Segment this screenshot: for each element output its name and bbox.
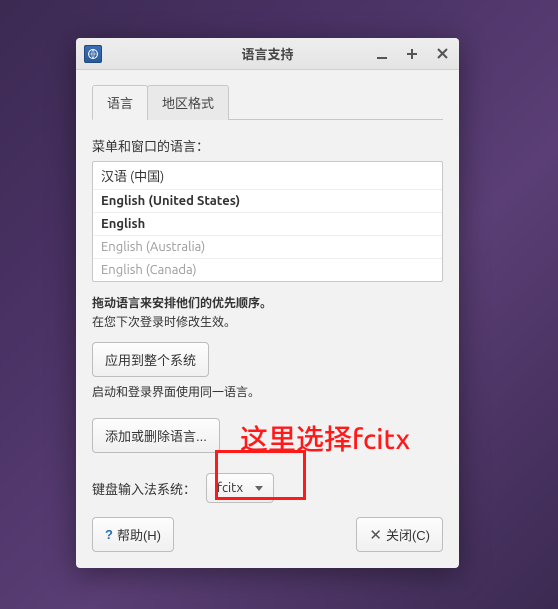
list-item[interactable]: English (Australia) <box>93 236 442 259</box>
close-label: 关闭(C) <box>386 525 430 544</box>
close-icon: ✕ <box>369 526 382 544</box>
list-item[interactable]: 汉语 (中国) <box>93 162 442 190</box>
tab-language[interactable]: 语言 <box>92 85 148 120</box>
ime-value: fcitx <box>217 481 243 495</box>
close-dialog-button[interactable]: ✕ 关闭(C) <box>356 517 443 552</box>
dialog-footer: ? 帮助(H) ✕ 关闭(C) <box>92 503 443 552</box>
window-controls <box>371 43 459 65</box>
relogin-hint: 在您下次登录时修改生效。 <box>92 313 443 330</box>
drag-hint: 拖动语言来安排他们的优先顺序。 <box>92 294 443 311</box>
tab-regional-formats[interactable]: 地区格式 <box>147 85 229 120</box>
menu-language-label: 菜单和窗口的语言： <box>92 136 443 155</box>
minimize-icon <box>376 48 388 60</box>
language-support-window: 语言支持 语言 地区格式 菜单和窗口的语言： 汉语 (中国) English (… <box>76 38 459 568</box>
help-button[interactable]: ? 帮助(H) <box>92 517 174 552</box>
maximize-button[interactable] <box>401 43 423 65</box>
help-label: 帮助(H) <box>117 525 161 544</box>
chevron-down-icon <box>255 486 263 491</box>
apply-system-wide-button[interactable]: 应用到整个系统 <box>92 342 209 377</box>
tab-bar: 语言 地区格式 <box>92 84 443 120</box>
help-icon: ? <box>105 527 113 542</box>
list-item[interactable]: English (United States) <box>93 190 442 213</box>
ime-label: 键盘输入法系统： <box>92 479 196 498</box>
add-remove-languages-button[interactable]: 添加或删除语言... <box>92 418 220 453</box>
list-item[interactable]: English (Canada) <box>93 259 442 281</box>
minimize-button[interactable] <box>371 43 393 65</box>
titlebar[interactable]: 语言支持 <box>76 38 459 70</box>
ime-dropdown[interactable]: fcitx <box>206 473 274 503</box>
language-list[interactable]: 汉语 (中国) English (United States) English … <box>92 161 443 282</box>
close-icon <box>437 48 448 59</box>
list-item[interactable]: English <box>93 213 442 236</box>
app-icon <box>84 45 102 63</box>
startup-login-hint: 启动和登录界面使用同一语言。 <box>92 383 443 400</box>
content-area: 语言 地区格式 菜单和窗口的语言： 汉语 (中国) English (Unite… <box>76 70 459 568</box>
close-button[interactable] <box>431 43 453 65</box>
plus-icon <box>406 48 418 60</box>
